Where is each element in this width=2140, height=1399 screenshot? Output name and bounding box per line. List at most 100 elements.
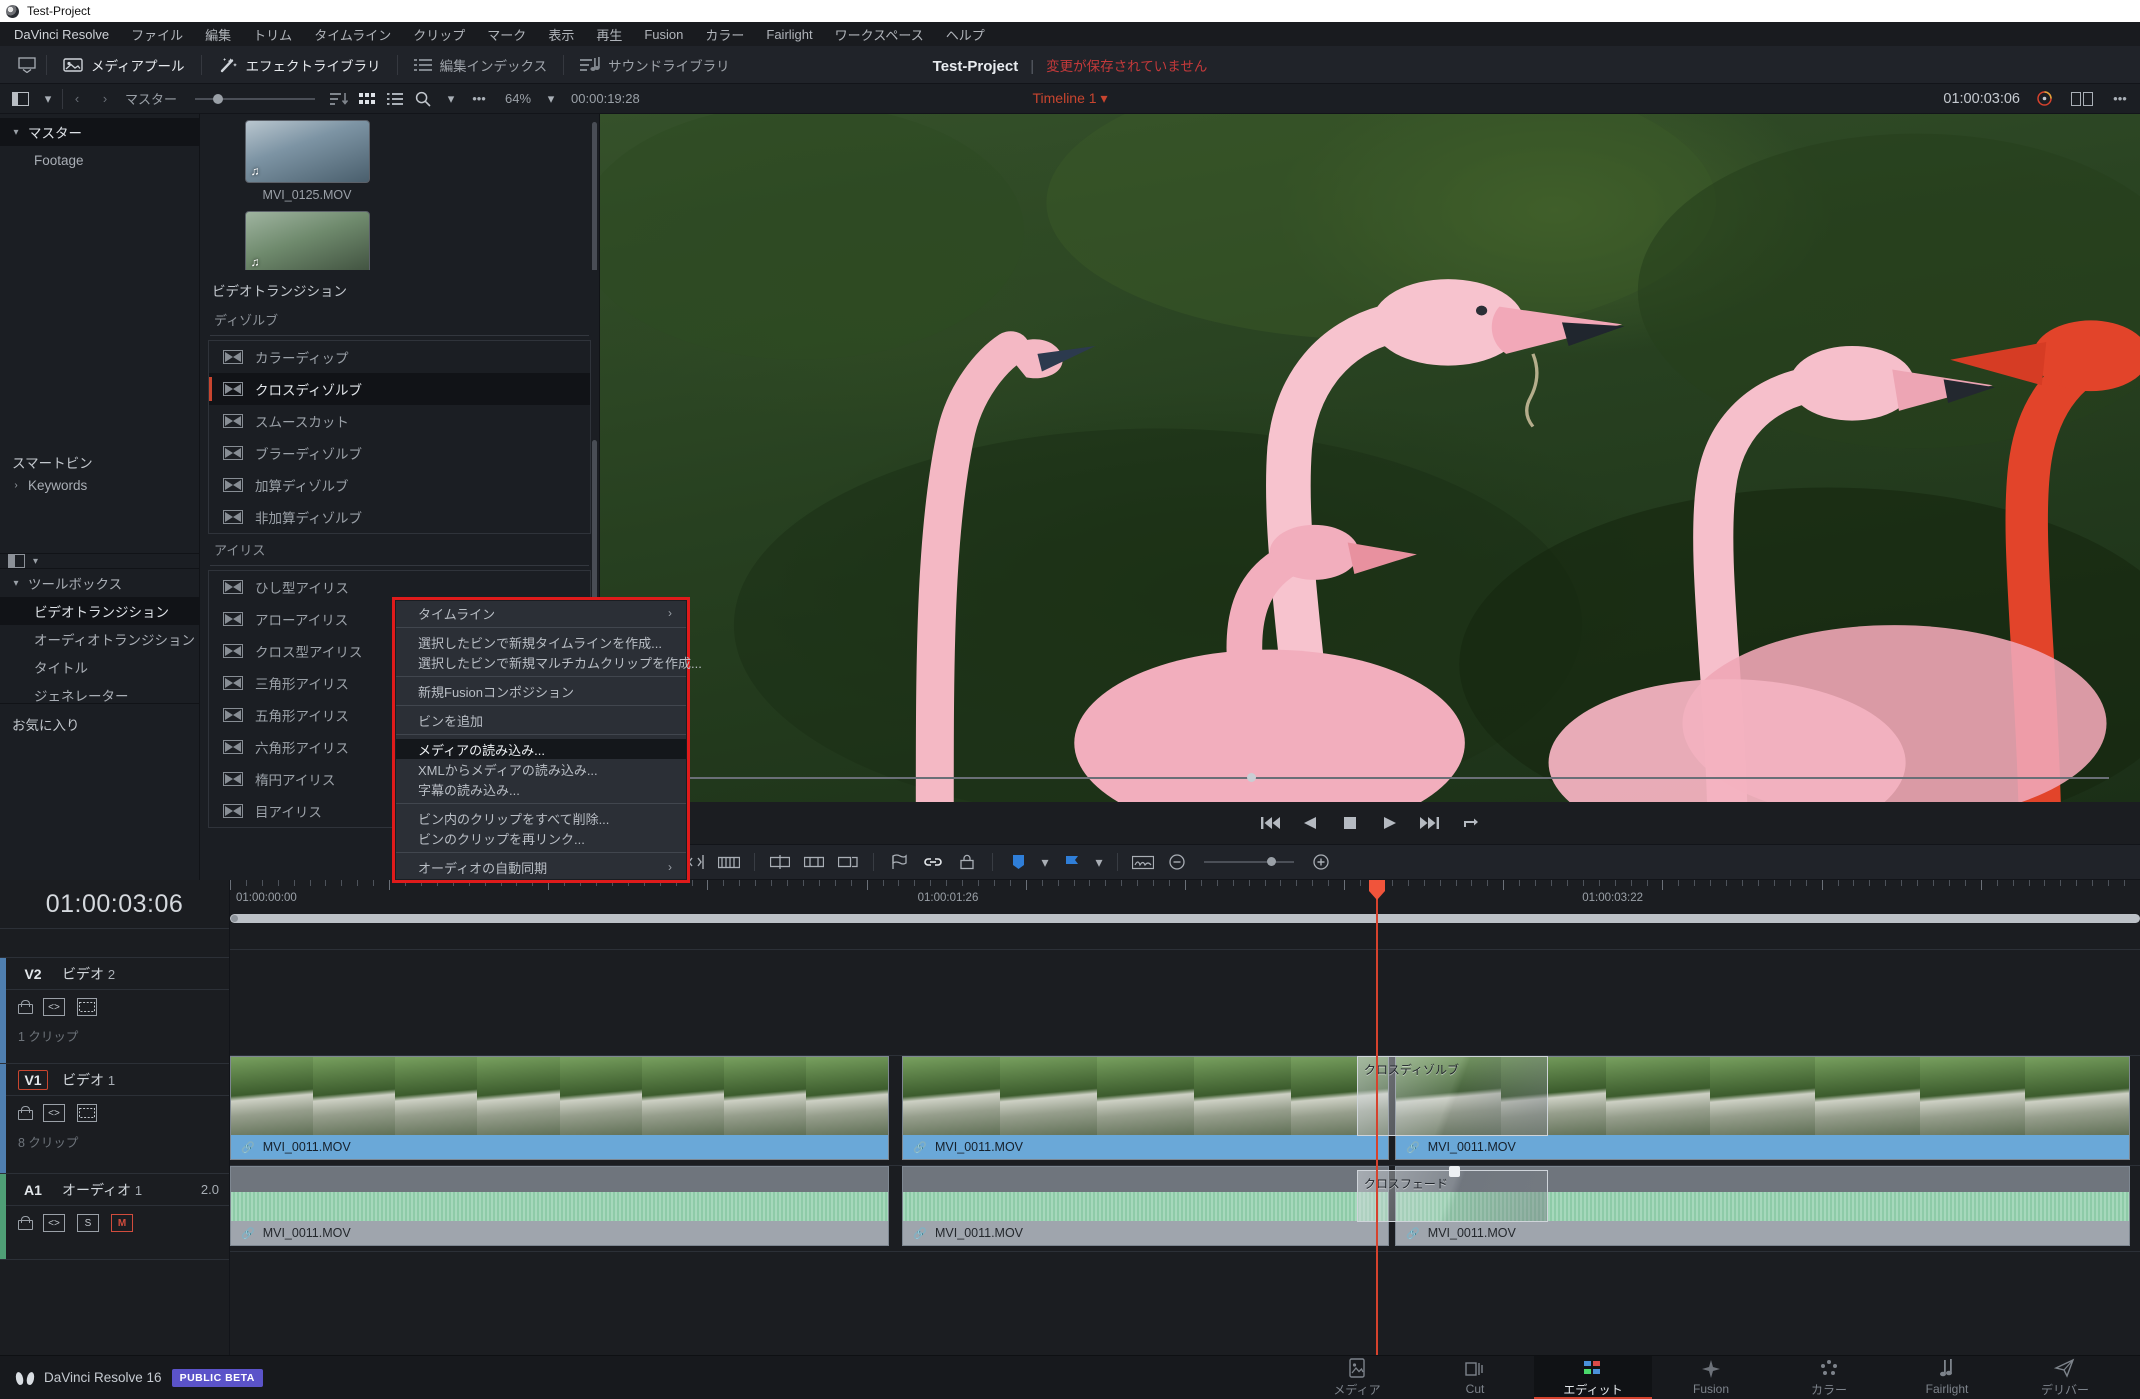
timeline-zoom-slider[interactable] — [1204, 857, 1294, 866]
flag-tool-icon[interactable] — [882, 849, 916, 875]
context-menu-item[interactable]: ビン内のクリップをすべて削除... — [396, 808, 686, 828]
context-menu-item[interactable]: タイムライン › — [396, 603, 686, 623]
jump-start-button[interactable] — [1250, 807, 1290, 839]
effects-toolbox[interactable]: ▾ ツールボックス — [0, 569, 199, 597]
zoom-out-icon[interactable] — [1160, 849, 1194, 875]
page-button-media[interactable]: メディア — [1298, 1356, 1416, 1399]
menu-item-13[interactable]: ヘルプ — [946, 25, 985, 44]
context-menu-item[interactable]: 新規Fusionコンポジション — [396, 681, 686, 701]
thumbnail-size-slider[interactable] — [195, 89, 316, 109]
more-options-icon[interactable]: ••• — [465, 87, 493, 111]
flag-dropdown-icon[interactable]: ▾ — [1089, 849, 1109, 875]
menu-item-3[interactable]: トリム — [253, 25, 292, 44]
effects-item-video-transitions[interactable]: ビデオトランジション — [0, 597, 199, 625]
menu-item-5[interactable]: クリップ — [413, 25, 465, 44]
dual-viewer-icon[interactable] — [2068, 87, 2096, 111]
viewer-scrubber[interactable] — [600, 772, 2140, 784]
timeline-viewer[interactable] — [600, 114, 2140, 802]
lock-icon[interactable] — [18, 1106, 33, 1120]
effect-item[interactable]: スムースカット — [209, 405, 590, 437]
search-dropdown-icon[interactable]: ▾ — [437, 87, 465, 111]
timeline-video-clip[interactable]: 🔗 MVI_0011.MOV — [902, 1056, 1390, 1160]
edit-index-button[interactable]: 編集インデックス — [398, 46, 564, 83]
effects-list-scrollbar[interactable] — [592, 440, 597, 610]
list-view-icon[interactable] — [381, 87, 409, 111]
track-channel-config[interactable]: 2.0 — [201, 1182, 219, 1197]
solo-button[interactable]: S — [77, 1214, 99, 1232]
marker-dropdown-icon[interactable]: ▾ — [1035, 849, 1055, 875]
jump-end-button[interactable] — [1410, 807, 1450, 839]
menu-item-8[interactable]: 再生 — [596, 25, 622, 44]
media-thumbnail[interactable]: ♫ — [244, 120, 370, 183]
context-menu[interactable]: タイムライン › 選択したビンで新規タイムラインを作成... 選択したビンで新規マルチ… — [395, 600, 702, 880]
track-name[interactable]: ビデオ 1 — [62, 1070, 115, 1090]
media-pool-item[interactable]: ♫ MVI_0125.MOV — [222, 120, 392, 211]
slider-knob[interactable] — [213, 93, 224, 104]
menu-item-7[interactable]: 表示 — [548, 25, 574, 44]
bin-master[interactable]: ▾ マスター — [0, 118, 199, 146]
smart-bin-keywords[interactable]: › Keywords — [0, 478, 199, 493]
menu-item-2[interactable]: 編集 — [205, 25, 231, 44]
media-thumbnail[interactable]: ♫ — [244, 211, 370, 274]
scrubber-playhead[interactable] — [1246, 773, 1256, 782]
timeline-audio-clip[interactable]: 🔗 MVI_0011.MOV — [230, 1166, 889, 1246]
audio-waveform-view-icon[interactable] — [1126, 849, 1160, 875]
effect-item[interactable]: 非加算ディゾルブ — [209, 501, 590, 533]
track-enable-button[interactable]: V2 — [18, 966, 48, 982]
snapping-icon[interactable] — [763, 849, 797, 875]
track-header-a1[interactable]: A1 オーディオ 1 2.0 <> S M — [0, 1174, 229, 1260]
track-name[interactable]: オーディオ 1 — [62, 1180, 142, 1200]
context-menu-item[interactable]: ビンのクリップを再リンク... — [396, 828, 686, 848]
bin-footage[interactable]: Footage — [0, 146, 199, 174]
effects-item-titles[interactable]: タイトル — [0, 653, 199, 681]
context-menu-item[interactable]: 字幕の読み込み... — [396, 779, 686, 799]
track-header-v2[interactable]: V2 ビデオ 2 <> 1 クリップ — [0, 958, 229, 1064]
razor-tool-icon[interactable] — [712, 849, 746, 875]
timeline-audio-clip[interactable]: 🔗 MVI_0011.MOV — [902, 1166, 1390, 1246]
effects-library-button[interactable]: エフェクトライブラリ — [202, 46, 397, 83]
context-menu-item[interactable]: メディアの読み込み... — [396, 739, 686, 759]
video-mute-button[interactable] — [77, 1104, 97, 1122]
video-mute-button[interactable] — [77, 998, 97, 1016]
zoom-dropdown-icon[interactable]: ▾ — [537, 87, 565, 111]
page-button-fusion[interactable]: Fusion — [1652, 1356, 1770, 1399]
link-clips-icon[interactable] — [916, 849, 950, 875]
effect-item[interactable]: ブラーディゾルブ — [209, 437, 590, 469]
context-menu-item[interactable]: オーディオの自動同期 › — [396, 857, 686, 877]
audio-transition[interactable]: クロスフェード — [1356, 1166, 1548, 1222]
track-name[interactable]: ビデオ 2 — [62, 964, 115, 984]
page-button-color[interactable]: カラー — [1770, 1356, 1888, 1399]
timeline-tracks-area[interactable]: 01:00:00:00 01:00:01:26 01:00:03:22 🔗 MVI… — [230, 880, 2140, 1355]
track-enable-button[interactable]: A1 — [18, 1182, 48, 1198]
menu-item-6[interactable]: マーク — [487, 25, 526, 44]
timeline-playhead[interactable] — [1369, 880, 1385, 1355]
menu-item-10[interactable]: カラー — [705, 25, 744, 44]
lock-icon[interactable] — [18, 1216, 33, 1230]
page-layout-toggle-button[interactable] — [8, 46, 46, 83]
menu-item-11[interactable]: Fairlight — [766, 27, 812, 42]
zoom-in-icon[interactable] — [1304, 849, 1338, 875]
sidebar-dropdown-icon[interactable]: ▾ — [34, 87, 62, 111]
track-enable-button[interactable]: V1 — [18, 1069, 48, 1090]
effect-item[interactable]: クロスディゾルブ — [209, 373, 590, 405]
auto-select-button[interactable]: <> — [43, 1104, 65, 1122]
sort-order-icon[interactable] — [325, 87, 353, 111]
track-v2-content[interactable] — [230, 950, 2140, 1056]
zoom-slider-knob[interactable] — [1267, 857, 1276, 866]
menu-item-1[interactable]: ファイル — [131, 25, 183, 44]
flag-blue-icon[interactable] — [1055, 849, 1089, 875]
track-header-v1[interactable]: V1 ビデオ 1 <> 8 クリップ — [0, 1064, 229, 1174]
play-button[interactable] — [1370, 807, 1410, 839]
scrollbar-handle[interactable] — [231, 915, 238, 922]
effects-panel-dropdown-icon[interactable]: ▾ — [33, 556, 38, 567]
mute-button[interactable]: M — [111, 1214, 133, 1232]
auto-select-button[interactable]: <> — [43, 1214, 65, 1232]
viewer-options-icon[interactable]: ••• — [2106, 87, 2134, 111]
context-menu-item[interactable]: XMLからメディアの読み込み... — [396, 759, 686, 779]
timeline-horizontal-scrollbar[interactable] — [230, 914, 2140, 923]
timeline-ruler[interactable]: 01:00:00:00 01:00:01:26 01:00:03:22 — [230, 880, 2140, 914]
track-v1-content[interactable]: 🔗 MVI_0011.MOV 🔗 MVI_0011.MOV 🔗 MVI_0011.MOV ク… — [230, 1056, 2140, 1166]
menu-item-12[interactable]: ワークスペース — [835, 25, 924, 44]
page-button-deliver[interactable]: デリバー — [2006, 1356, 2124, 1399]
sound-library-button[interactable]: サウンドライブラリ — [564, 46, 746, 83]
